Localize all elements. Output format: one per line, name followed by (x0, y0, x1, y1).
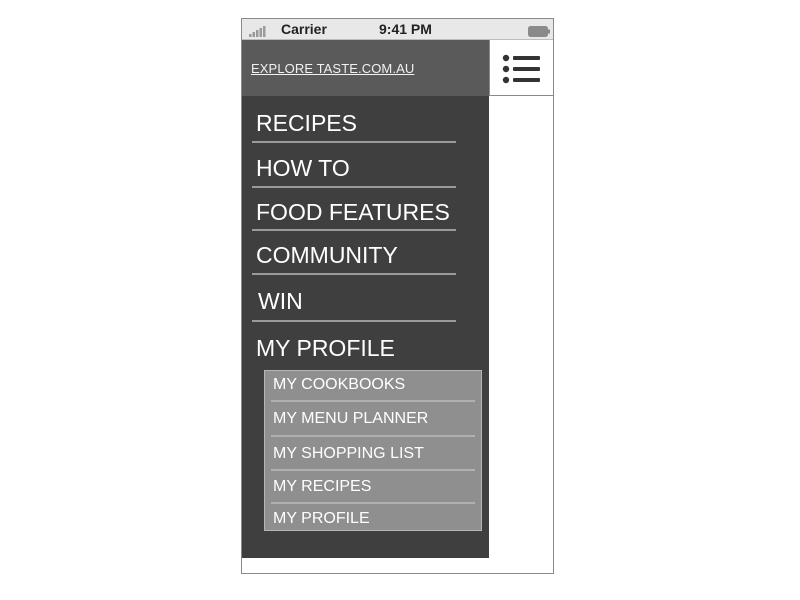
nav-divider (252, 320, 456, 322)
nav-item-recipes[interactable]: RECIPES (256, 110, 456, 136)
nav-item-community[interactable]: COMMUNITY (256, 242, 456, 268)
my-profile-submenu: MY COOKBOOKS MY MENU PLANNER MY SHOPPING… (264, 370, 482, 531)
header-bar: EXPLORE TASTE.COM.AU (242, 40, 489, 96)
submenu-divider (271, 400, 475, 402)
hamburger-menu-icon (502, 54, 540, 84)
status-bar: Carrier 9:41 PM (242, 19, 553, 40)
submenu-divider (271, 502, 475, 504)
submenu-divider (271, 435, 475, 437)
nav-divider (252, 229, 456, 231)
nav-item-my-profile[interactable]: MY PROFILE (256, 335, 456, 361)
nav-item-win[interactable]: WIN (258, 288, 458, 314)
submenu-divider (271, 469, 475, 471)
submenu-item-my-menu-planner[interactable]: MY MENU PLANNER (273, 410, 428, 428)
nav-divider (252, 273, 456, 275)
carrier-label: Carrier (281, 21, 327, 37)
nav-divider (252, 141, 456, 143)
battery-icon (528, 24, 550, 37)
phone-frame: Carrier 9:41 PM EXPLORE TASTE.COM.AU REC… (241, 18, 554, 574)
submenu-item-my-cookbooks[interactable]: MY COOKBOOKS (273, 376, 405, 394)
nav-item-how-to[interactable]: HOW TO (256, 155, 456, 181)
explore-site-link[interactable]: EXPLORE TASTE.COM.AU (251, 61, 414, 76)
nav-divider (252, 186, 456, 188)
submenu-item-my-shopping-list[interactable]: MY SHOPPING LIST (273, 445, 424, 463)
menu-toggle-button[interactable] (489, 40, 553, 96)
clock-time: 9:41 PM (379, 21, 432, 37)
submenu-item-my-profile[interactable]: MY PROFILE (273, 510, 370, 528)
submenu-item-my-recipes[interactable]: MY RECIPES (273, 478, 371, 496)
signal-strength-icon (249, 24, 267, 37)
navigation-drawer: RECIPES HOW TO FOOD FEATURES COMMUNITY W… (242, 96, 489, 558)
nav-item-food-features[interactable]: FOOD FEATURES (256, 199, 456, 225)
